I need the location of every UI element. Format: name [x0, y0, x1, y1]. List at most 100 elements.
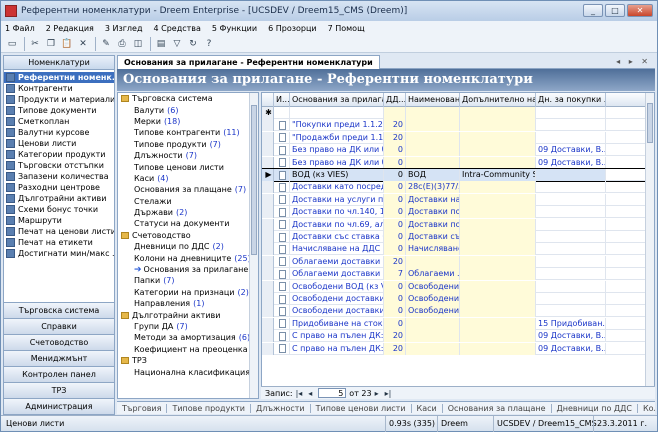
table-cell[interactable]: Облагаеми доставки със ст...	[290, 268, 384, 281]
sidebar-item[interactable]: Разходни центрове	[4, 182, 114, 193]
sidebar-item[interactable]: Схеми бонус точки	[4, 204, 114, 215]
table-cell[interactable]: Облагаеми ...	[406, 268, 460, 281]
table-row[interactable]: Освободени доставки в стр...0Освободени …	[262, 293, 646, 305]
table-cell[interactable]: Intra-Community Supply	[460, 169, 536, 181]
tree-node[interactable]: Методи за амортизация (6)	[118, 332, 258, 343]
table-cell[interactable]: 0	[384, 181, 406, 194]
table-cell[interactable]	[536, 255, 606, 268]
bottom-tab[interactable]: Типове продукти	[167, 403, 252, 413]
prev-record-button[interactable]: ◂	[308, 389, 312, 398]
table-cell[interactable]	[406, 144, 460, 157]
sidebar-item[interactable]: Референтни номенк...	[4, 72, 114, 83]
module-button[interactable]: Администрация	[4, 398, 114, 414]
table-row[interactable]: "Продажби преди 1.1.200720	[262, 131, 646, 144]
row-indicator[interactable]	[262, 243, 274, 256]
sidebar-item[interactable]: Запазени количества	[4, 171, 114, 182]
bottom-tab[interactable]: Основания за плащане	[443, 403, 552, 413]
row-indicator[interactable]	[262, 317, 274, 330]
row-indicator[interactable]: ✱	[262, 107, 274, 119]
table-cell[interactable]	[460, 131, 536, 144]
table-cell[interactable]	[460, 330, 536, 343]
table-cell[interactable]	[406, 342, 460, 355]
tree-node[interactable]: Мерки (18)	[118, 116, 258, 127]
table-cell[interactable]: "Покупки преди 1.1.2007	[290, 119, 384, 132]
record-number-field[interactable]: 5	[318, 388, 347, 398]
sidebar-item[interactable]: Достигнати мин/макс ...	[4, 248, 114, 259]
table-cell[interactable]	[536, 305, 606, 318]
module-button[interactable]: ТРЗ	[4, 382, 114, 398]
table-cell[interactable]: С право на пълен ДК: ВОП	[290, 330, 384, 343]
table-cell[interactable]: ВОД (кз VIES)	[290, 169, 384, 181]
row-indicator[interactable]	[262, 144, 274, 157]
table-cell[interactable]	[536, 169, 606, 181]
tree-node[interactable]: ТРЗ	[118, 355, 258, 366]
table-cell[interactable]: Без право на ДК или без да...	[290, 144, 384, 157]
table-row[interactable]: Придобиване на стоки от ...0 15 Придобива…	[262, 317, 646, 330]
row-indicator[interactable]	[262, 218, 274, 231]
row-indicator[interactable]	[262, 119, 274, 132]
bottom-tab[interactable]: Колони на дневн...	[638, 404, 655, 413]
table-cell[interactable]: Придобиване на стоки от ...	[290, 317, 384, 330]
menu-item-4[interactable]: 5 Функции	[212, 24, 257, 33]
table-cell[interactable]: Доставки на у...	[406, 193, 460, 206]
table-cell[interactable]: Доставки със ставка 0% по ...	[290, 231, 384, 243]
table-cell[interactable]	[536, 293, 606, 305]
table-cell[interactable]: 0	[384, 169, 406, 181]
tree-node[interactable]: Държави (2)	[118, 207, 258, 218]
sidebar-item[interactable]: Маршрути	[4, 215, 114, 226]
table-row[interactable]: Освободени доставки и осв...0Освободени …	[262, 305, 646, 318]
table-cell[interactable]	[460, 107, 536, 119]
bottom-tab[interactable]: Длъжности	[251, 403, 311, 413]
row-indicator[interactable]	[262, 156, 274, 169]
row-indicator[interactable]	[262, 206, 274, 219]
minimize-button[interactable]: _	[583, 4, 603, 17]
column-header[interactable]: ДД...	[384, 93, 406, 107]
file-icon[interactable]: ▭	[5, 37, 19, 51]
table-cell[interactable]	[536, 231, 606, 243]
module-button[interactable]: Справки	[4, 318, 114, 334]
table-cell[interactable]	[460, 144, 536, 157]
sidebar-item[interactable]: Сметкоплан	[4, 116, 114, 127]
tree-node[interactable]: Направления (1)	[118, 298, 258, 309]
sidebar-item[interactable]: Продукти и материали	[4, 94, 114, 105]
table-cell[interactable]	[536, 193, 606, 206]
table-cell[interactable]	[460, 317, 536, 330]
tree-node[interactable]: Групи ДА (7)	[118, 321, 258, 332]
tree-node[interactable]: Папки (7)	[118, 275, 258, 286]
module-button[interactable]: Счетоводство	[4, 334, 114, 350]
column-header[interactable]: Основания за прилагане	[290, 93, 384, 107]
table-cell[interactable]	[536, 206, 606, 219]
sidebar-item[interactable]: Ценови листи	[4, 138, 114, 149]
table-cell[interactable]: 20	[384, 255, 406, 268]
grid-scroll-thumb[interactable]	[647, 103, 653, 143]
tab-navigation[interactable]: ◂ ▸ ✕	[616, 57, 651, 66]
table-cell[interactable]	[536, 280, 606, 293]
copy-icon[interactable]: ❐	[44, 37, 58, 51]
table-cell[interactable]: Доставки по ч...	[406, 206, 460, 219]
table-row[interactable]: Доставки по чл.140, 146, 17...0Доставки …	[262, 206, 646, 219]
table-cell[interactable]: Доставки по ч...	[406, 218, 460, 231]
row-indicator[interactable]	[262, 330, 274, 343]
table-row[interactable]: Облагаеми доставки със ст...20	[262, 255, 646, 268]
module-button[interactable]: Търговска система	[4, 302, 114, 318]
table-cell[interactable]: 0	[384, 305, 406, 318]
table-row[interactable]: Освободени ВОД (кз VIES)0Освободени В...	[262, 280, 646, 293]
column-header[interactable]: И...	[274, 93, 290, 107]
table-cell[interactable]: Без право на ДК или без да...	[290, 156, 384, 169]
table-cell[interactable]: 20	[384, 119, 406, 132]
table-cell[interactable]	[460, 181, 536, 194]
table-cell[interactable]	[406, 156, 460, 169]
row-indicator[interactable]	[262, 293, 274, 305]
sidebar-item[interactable]: Типове документи	[4, 105, 114, 116]
table-cell[interactable]	[406, 107, 460, 119]
table-cell[interactable]: 7	[384, 268, 406, 281]
print-icon[interactable]: ⎙	[115, 37, 129, 51]
row-indicator[interactable]	[262, 280, 274, 293]
close-button[interactable]: ✕	[627, 4, 653, 17]
row-indicator[interactable]	[262, 131, 274, 144]
sidebar-item[interactable]: Печат на етикети	[4, 237, 114, 248]
table-cell[interactable]	[460, 193, 536, 206]
table-cell[interactable]: 28с(Е)(3)77/3...	[406, 181, 460, 194]
column-header[interactable]: Дн. за покупки ...	[536, 93, 606, 107]
bottom-tab[interactable]: Търговия	[117, 403, 168, 413]
